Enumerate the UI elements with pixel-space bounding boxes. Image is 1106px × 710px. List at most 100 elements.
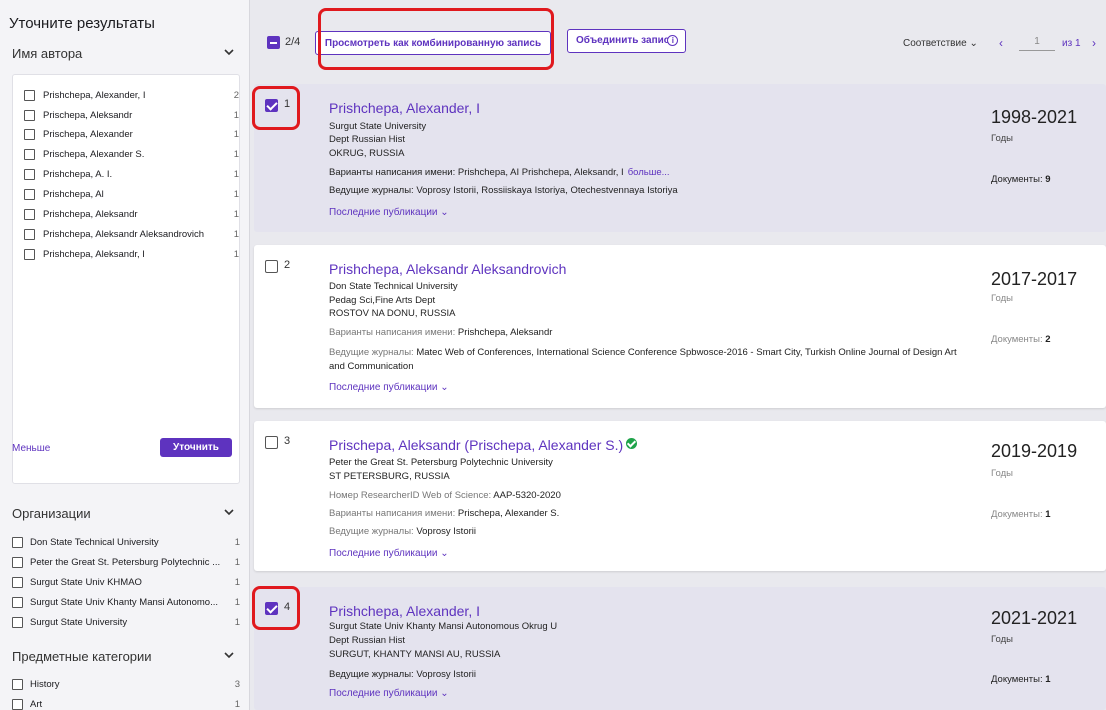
checkbox[interactable] <box>24 228 35 240</box>
more-link[interactable]: больше... <box>628 167 670 178</box>
author-filter-item[interactable]: Prischepa, Alexander S. 1 <box>24 145 239 163</box>
verified-icon <box>626 438 638 449</box>
checkbox[interactable] <box>24 188 35 200</box>
result-card: 4 Prishchepa, Alexander, I Surgut State … <box>254 587 1106 710</box>
previous-page-icon[interactable]: ‹ <box>999 36 1003 50</box>
checkbox[interactable] <box>12 678 23 690</box>
selected-count: 2/4 <box>285 36 301 48</box>
recent-publications-toggle[interactable]: Последние публикации ⌄ <box>329 207 449 218</box>
subject-filter-item[interactable]: Art 1 <box>12 696 240 710</box>
checkbox[interactable] <box>12 698 23 710</box>
author-filter-item[interactable]: Prischepa, Aleksandr 1 <box>24 106 239 124</box>
chevron-down-icon[interactable] <box>222 505 236 519</box>
checkbox[interactable] <box>12 536 23 548</box>
checkbox[interactable] <box>24 168 35 180</box>
org-filter-item[interactable]: Don State Technical University 1 <box>12 534 240 550</box>
org-filter-item[interactable]: Surgut State Univ KHMAO 1 <box>12 574 240 590</box>
affiliation: OKRUG, RUSSIA <box>329 148 405 159</box>
author-name-link[interactable]: Prischepa, Aleksandr (Prischepa, Alexand… <box>329 437 638 453</box>
affiliation: SURGUT, KHANTY MANSI AU, RUSSIA <box>329 649 501 660</box>
documents-count: Документы: 9 <box>991 174 1051 185</box>
affiliation: Surgut State Univ Khanty Mansi Autonomou… <box>329 621 558 632</box>
author-section-heading[interactable]: Имя автора <box>12 46 82 61</box>
recent-publications-toggle[interactable]: Последние публикации ⌄ <box>329 382 449 393</box>
checkbox[interactable] <box>24 148 35 160</box>
org-filter-item[interactable]: Surgut State University 1 <box>12 614 240 630</box>
affiliation: Pedag Sci,Fine Arts Dept <box>329 295 436 306</box>
documents-count: Документы: 1 <box>991 509 1051 520</box>
years-label: Годы <box>991 634 1013 645</box>
name-variants: Варианты написания имени: Prishchepa, Al… <box>329 327 553 338</box>
chevron-down-icon[interactable] <box>222 648 236 662</box>
show-less-link[interactable]: Меньше <box>12 443 50 454</box>
result-number: 1 <box>284 98 291 110</box>
top-journals: Ведущие журналы: Voprosy Istorii <box>329 526 476 537</box>
result-number: 3 <box>284 435 291 447</box>
affiliation: Dept Russian Hist <box>329 134 406 145</box>
info-icon[interactable]: i <box>667 35 679 47</box>
author-filter-item[interactable]: Prishchepa, Al 1 <box>24 185 239 203</box>
author-name-link[interactable]: Prishchepa, Alexander, I <box>329 603 480 619</box>
author-filter-item[interactable]: Prishchepa, Aleksandr, I1 <box>24 245 239 263</box>
next-page-icon[interactable]: › <box>1092 36 1096 50</box>
author-name-link[interactable]: Prishchepa, Aleksandr Aleksandrovich <box>329 261 566 277</box>
author-filter-item[interactable]: Prishchepa, A. I. 1 <box>24 165 239 183</box>
active-years: 2021-2021 <box>991 608 1078 628</box>
result-checkbox[interactable] <box>265 602 278 615</box>
result-card: 1 Prishchepa, Alexander, I Surgut State … <box>254 84 1106 232</box>
checkbox[interactable] <box>24 208 35 220</box>
top-journals: Ведущие журналы: Matec Web of Conference… <box>329 347 957 358</box>
page-number-input[interactable] <box>1019 33 1055 51</box>
affiliation: Don State Technical University <box>329 281 458 292</box>
result-checkbox[interactable] <box>265 260 278 273</box>
checkbox[interactable] <box>12 616 23 628</box>
affiliation: Dept Russian Hist <box>329 635 406 646</box>
checkbox[interactable] <box>24 109 35 121</box>
checkbox[interactable] <box>24 128 35 140</box>
affiliation: ST PETERSBURG, RUSSIA <box>329 471 450 482</box>
years-label: Годы <box>991 133 1013 144</box>
recent-publications-toggle[interactable]: Последние публикации ⌄ <box>329 548 449 559</box>
result-checkbox[interactable] <box>265 99 278 112</box>
checkbox[interactable] <box>24 89 35 101</box>
author-name-text: Prischepa, Aleksandr (Prischepa, Alexand… <box>329 437 624 453</box>
years-label: Годы <box>991 293 1013 304</box>
name-variants: Варианты написания имени: Prishchepa, AI… <box>329 167 670 178</box>
active-years: 2019-2019 <box>991 441 1078 461</box>
author-name-link[interactable]: Prishchepa, Alexander, I <box>329 100 480 116</box>
chevron-down-icon[interactable] <box>222 45 236 59</box>
sort-dropdown[interactable]: Соответствие ⌄ <box>903 38 978 49</box>
refine-button[interactable]: Уточнить <box>160 438 232 457</box>
author-filter-item[interactable]: Prischepa, Alexander 1 <box>24 125 239 143</box>
select-all-checkbox[interactable] <box>267 36 280 49</box>
checkbox[interactable] <box>12 556 23 568</box>
researcher-id: Номер ResearcherID Web of Science: AAP-5… <box>329 490 561 501</box>
view-combined-record-button[interactable]: Просмотреть как комбинированную запись <box>315 31 551 55</box>
merge-records-button[interactable]: Объединить запис i <box>567 29 686 53</box>
active-years: 2017-2017 <box>991 269 1078 289</box>
org-filter-item[interactable]: Surgut State Univ Khanty Mansi Autonomo.… <box>12 594 240 610</box>
name-variants: Варианты написания имени: Prischepa, Ale… <box>329 508 560 519</box>
documents-count: Документы: 1 <box>991 674 1051 685</box>
top-journals: Ведущие журналы: Voprosy Istorii, Rossii… <box>329 185 678 196</box>
recent-publications-toggle[interactable]: Последние публикации ⌄ <box>329 688 449 699</box>
author-filter-item[interactable]: Prishchepa, Aleksandr Aleksandrovich 1 <box>24 225 239 243</box>
checkbox[interactable] <box>12 596 23 608</box>
org-section-heading[interactable]: Организации <box>12 506 91 521</box>
subject-section-heading[interactable]: Предметные категории <box>12 649 152 664</box>
checkbox[interactable] <box>24 248 35 260</box>
merge-label: Объединить запис <box>576 35 670 47</box>
result-card: 2 Prishchepa, Aleksandr Aleksandrovich D… <box>254 245 1106 408</box>
subject-filter-item[interactable]: History 3 <box>12 676 240 692</box>
checkbox[interactable] <box>12 576 23 588</box>
affiliation: Peter the Great St. Petersburg Polytechn… <box>329 457 553 468</box>
results-toolbar: 2/4 Просмотреть как комбинированную запи… <box>252 0 1106 80</box>
page-total: из 1 <box>1062 38 1081 49</box>
refine-sidebar: Уточните результаты Имя автора Prishchep… <box>0 0 250 710</box>
top-journals: Ведущие журналы: Voprosy Istorii <box>329 669 476 680</box>
author-filter-item[interactable]: Prishchepa, Alexander, I2 <box>24 86 239 104</box>
author-filter-item[interactable]: Prishchepa, Aleksandr 1 <box>24 205 239 223</box>
years-label: Годы <box>991 468 1013 479</box>
org-filter-item[interactable]: Peter the Great St. Petersburg Polytechn… <box>12 554 240 570</box>
result-checkbox[interactable] <box>265 436 278 449</box>
